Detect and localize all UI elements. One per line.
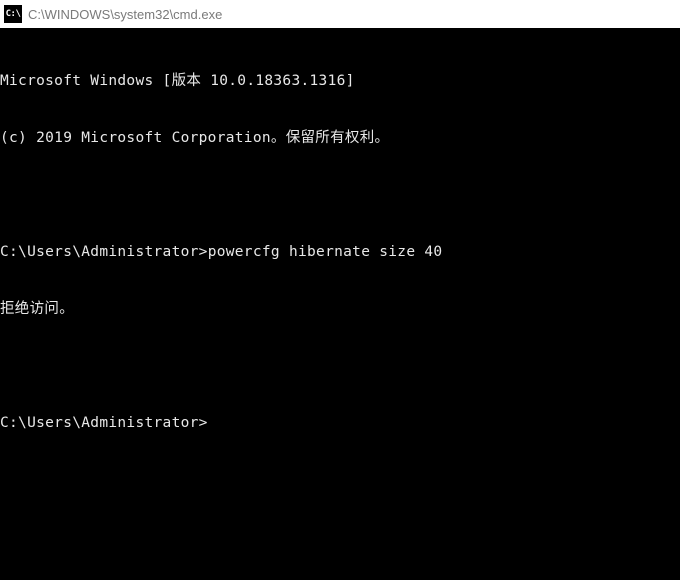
prompt-1: C:\Users\Administrator> [0, 243, 208, 262]
blank-line [0, 357, 680, 376]
cmd-icon-text: C:\ [6, 9, 21, 19]
output-line-1: 拒绝访问。 [0, 300, 680, 319]
terminal-output[interactable]: Microsoft Windows [版本 10.0.18363.1316] (… [0, 28, 680, 580]
cmd-icon: C:\ [4, 5, 22, 23]
prompt-2: C:\Users\Administrator> [0, 414, 208, 433]
blank-line [0, 186, 680, 205]
version-line: Microsoft Windows [版本 10.0.18363.1316] [0, 72, 680, 91]
command-line-1: C:\Users\Administrator>powercfg hibernat… [0, 243, 680, 262]
command-1: powercfg hibernate size 40 [208, 243, 443, 262]
window-title: C:\WINDOWS\system32\cmd.exe [28, 7, 222, 22]
title-bar: C:\ C:\WINDOWS\system32\cmd.exe [0, 0, 680, 28]
current-prompt-line[interactable]: C:\Users\Administrator> [0, 414, 680, 433]
copyright-line: (c) 2019 Microsoft Corporation。保留所有权利。 [0, 129, 680, 148]
